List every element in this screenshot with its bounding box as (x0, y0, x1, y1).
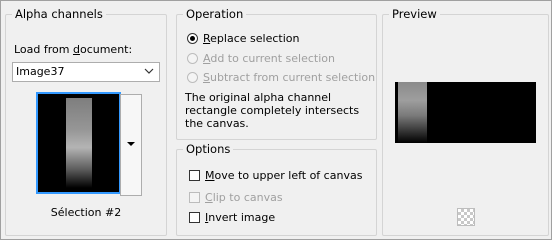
checkbox-unchecked-icon (189, 191, 200, 203)
load-from-document-label: Load from document: (14, 43, 133, 56)
invert-image-checkbox[interactable]: Invert image (189, 210, 275, 224)
thumbnail-dropdown-button[interactable] (120, 94, 142, 196)
options-title: Options (183, 142, 234, 156)
selection-name-label: Sélection #2 (50, 206, 122, 219)
preview-group: Preview (382, 7, 549, 236)
radio-unchecked-icon (187, 71, 198, 83)
document-select-value: Image37 (16, 65, 65, 78)
chevron-down-icon (144, 68, 154, 74)
checkbox-unchecked-icon (189, 211, 200, 223)
move-to-upper-left-checkbox[interactable]: Move to upper left of canvas (189, 168, 362, 182)
options-group: Options Move to upper left of canvas Cli… (176, 142, 377, 236)
triangle-down-icon (127, 142, 135, 146)
preview-alpha-strip (398, 82, 427, 143)
preview-image (395, 82, 536, 143)
radio-unchecked-icon (187, 52, 198, 64)
intersection-message: The original alpha channel rectangle com… (185, 91, 360, 130)
move-to-upper-left-label: Move to upper left of canvas (205, 168, 363, 182)
subtract-from-selection-radio[interactable]: Subtract from current selection (187, 70, 375, 84)
checkerboard-icon[interactable] (457, 208, 475, 226)
add-to-selection-radio[interactable]: Add to current selection (187, 51, 335, 65)
operation-title: Operation (183, 7, 247, 21)
replace-selection-radio[interactable]: Replace selection (187, 31, 299, 45)
document-select[interactable]: Image37 (12, 62, 160, 82)
alpha-channels-title: Alpha channels (12, 7, 106, 21)
alpha-channels-group: Alpha channels Load from document: Image… (5, 7, 167, 236)
checkbox-unchecked-icon (189, 169, 200, 181)
preview-title: Preview (389, 7, 440, 21)
replace-selection-label: Replace selection (203, 31, 300, 45)
radio-checked-icon (187, 32, 198, 44)
subtract-from-selection-label: Subtract from current selection (203, 70, 376, 84)
invert-image-label: Invert image (205, 210, 276, 224)
alpha-channel-thumbnail[interactable] (36, 92, 121, 194)
clip-to-canvas-label: Clip to canvas (205, 190, 283, 204)
clip-to-canvas-checkbox[interactable]: Clip to canvas (189, 190, 283, 204)
thumbnail-alpha-strip (66, 98, 92, 188)
add-to-selection-label: Add to current selection (203, 51, 335, 65)
operation-group: Operation Replace selection Add to curre… (176, 7, 377, 140)
